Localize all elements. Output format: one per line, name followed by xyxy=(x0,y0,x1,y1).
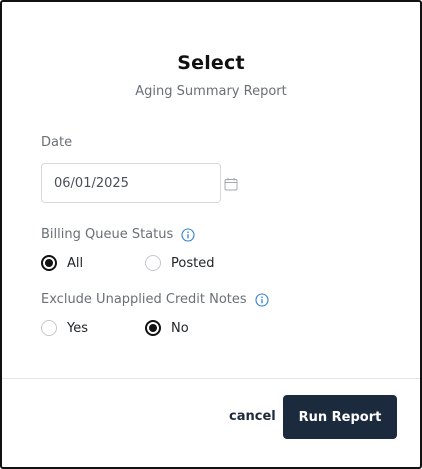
radio-selected[interactable] xyxy=(145,320,161,336)
date-label-text: Date xyxy=(41,135,73,150)
date-field[interactable] xyxy=(41,163,238,203)
dialog-title: Select xyxy=(177,52,245,74)
billing-queue-status-text: Billing Queue Status xyxy=(41,227,174,242)
radio-unselected[interactable] xyxy=(41,320,57,336)
exclude-yes-label: Yes xyxy=(67,320,88,336)
billing-queue-status-label: Billing Queue Status xyxy=(41,227,195,242)
exclude-no-option[interactable]: No xyxy=(145,320,189,336)
radio-dot xyxy=(149,324,157,332)
info-icon[interactable] xyxy=(181,227,195,242)
exclude-no-label: No xyxy=(171,320,189,336)
cancel-button[interactable]: cancel xyxy=(229,409,276,424)
footer-divider xyxy=(2,378,420,379)
dialog-subtitle: Aging Summary Report xyxy=(135,84,287,99)
info-icon[interactable] xyxy=(255,292,269,307)
exclude-unapplied-credit-notes-label: Exclude Unapplied Credit Notes xyxy=(41,292,269,307)
billing-status-posted-label: Posted xyxy=(171,255,215,271)
select-report-dialog: Select Aging Summary Report Date Billing… xyxy=(0,0,422,469)
billing-status-posted-option[interactable]: Posted xyxy=(145,255,214,271)
exclude-yes-option[interactable]: Yes xyxy=(41,320,88,336)
run-report-button[interactable]: Run Report xyxy=(283,395,397,439)
radio-dot xyxy=(45,259,53,267)
date-input[interactable] xyxy=(54,175,224,191)
billing-status-all-option[interactable]: All xyxy=(41,255,83,271)
radio-selected[interactable] xyxy=(41,255,57,271)
radio-unselected[interactable] xyxy=(145,255,161,271)
date-label: Date xyxy=(41,135,72,150)
calendar-icon[interactable] xyxy=(224,176,238,191)
billing-status-all-label: All xyxy=(67,255,84,271)
exclude-unapplied-credit-notes-text: Exclude Unapplied Credit Notes xyxy=(41,292,247,307)
